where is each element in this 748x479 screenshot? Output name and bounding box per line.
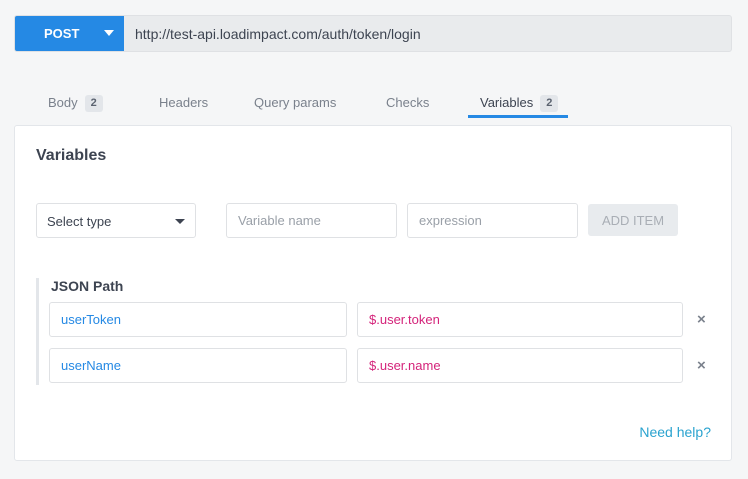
variables-panel: Variables Select type ADD ITEM JSON Path… [14,125,732,461]
method-dropdown[interactable]: POST [15,16,124,51]
close-icon[interactable]: × [697,358,706,373]
group-title: JSON Path [51,278,124,294]
tab-label: Variables [480,95,534,110]
tab-query-params[interactable]: Query params [254,88,336,120]
variable-name-field[interactable] [49,348,347,383]
tab-label: Headers [159,95,209,110]
select-type-label: Select type [47,214,112,229]
expression-field[interactable] [357,302,683,337]
help-link[interactable]: Need help? [639,424,711,440]
url-input[interactable] [124,16,731,51]
tab-label: Body [48,95,78,110]
variable-name-input[interactable] [226,203,397,238]
method-label: POST [44,26,80,41]
count-badge: 2 [540,95,559,112]
tab-label: Query params [254,95,337,110]
tab-bar: Body 2 Headers Query params Checks Varia… [14,88,732,120]
panel-title: Variables [36,147,107,164]
request-url-bar: POST [14,15,732,52]
tab-variables[interactable]: Variables 2 [468,88,568,120]
json-path-group: JSON Path × × [36,278,716,385]
chevron-down-icon [175,219,185,224]
tab-checks[interactable]: Checks [386,88,429,120]
select-type-dropdown[interactable]: Select type [36,203,196,238]
close-icon[interactable]: × [697,312,706,327]
expression-field[interactable] [357,348,683,383]
tab-headers[interactable]: Headers [159,88,208,120]
tab-body[interactable]: Body 2 [48,88,103,120]
tab-label: Checks [386,95,430,110]
expression-input[interactable] [407,203,578,238]
add-item-button[interactable]: ADD ITEM [588,204,678,236]
variable-name-field[interactable] [49,302,347,337]
chevron-down-icon [104,30,114,36]
count-badge: 2 [84,95,103,112]
